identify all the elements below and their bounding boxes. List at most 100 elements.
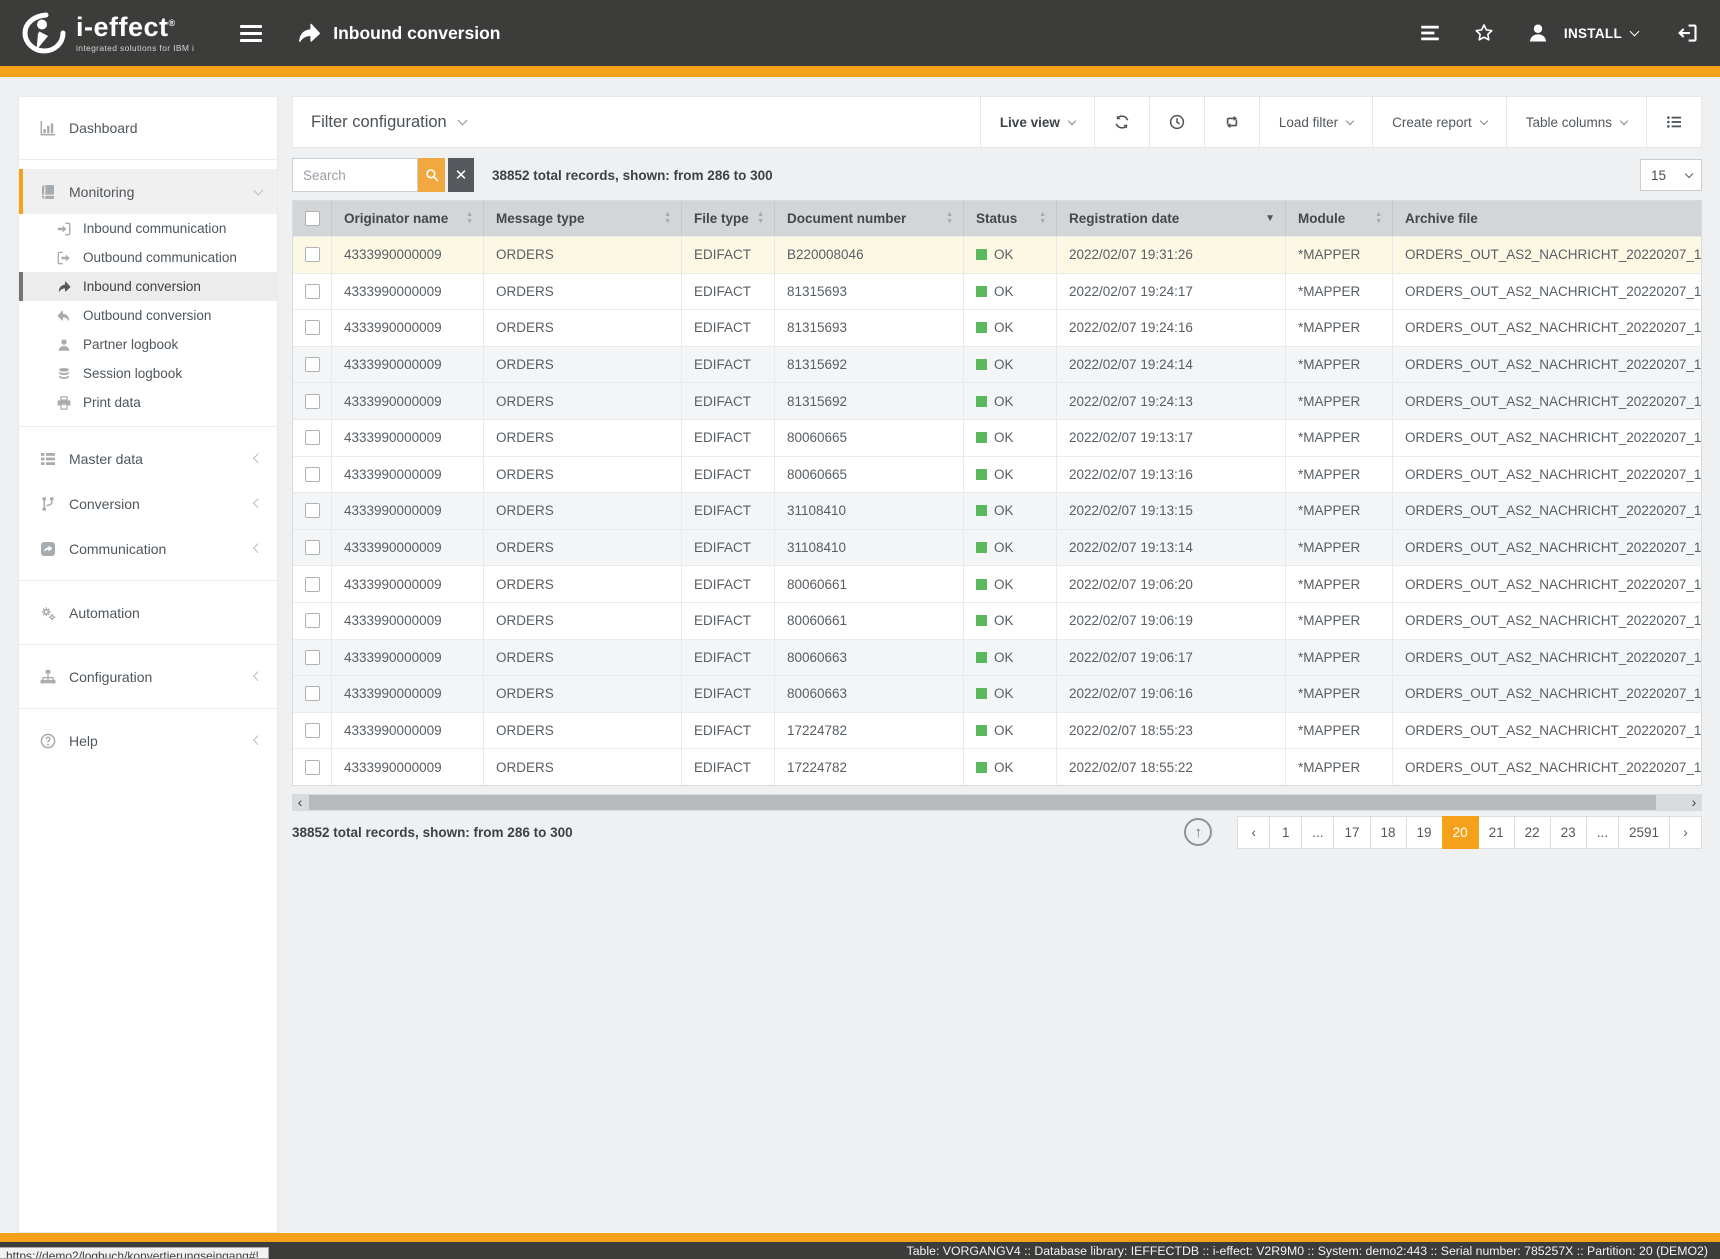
list-ul-button[interactable] [1646, 97, 1701, 147]
row-checkbox[interactable] [305, 320, 320, 335]
table-row[interactable]: 4333990000009ORDERSEDIFACT31108410OK2022… [293, 529, 1701, 566]
create-report-button[interactable]: Create report [1372, 97, 1506, 147]
select-all-checkbox[interactable] [305, 211, 320, 226]
refresh-button[interactable] [1094, 97, 1149, 147]
row-checkbox[interactable] [305, 540, 320, 555]
cell-document-number: 17224782 [774, 713, 963, 749]
sidebar-item-inbound-conversion[interactable]: Inbound conversion [19, 272, 277, 301]
next-page[interactable]: › [1669, 816, 1702, 849]
page-2591[interactable]: 2591 [1618, 816, 1670, 849]
row-checkbox[interactable] [305, 686, 320, 701]
sidebar-item-conversion[interactable]: Conversion [19, 481, 277, 526]
row-checkbox[interactable] [305, 394, 320, 409]
sidebar-item-session-logbook[interactable]: Session logbook [19, 359, 277, 388]
page-17[interactable]: 17 [1333, 816, 1370, 849]
page-21[interactable]: 21 [1478, 816, 1515, 849]
column-header-status[interactable]: Status▲▼ [963, 201, 1056, 236]
table-row[interactable]: 4333990000009ORDERSEDIFACT80060665OK2022… [293, 456, 1701, 493]
sidebar-item-automation[interactable]: Automation [19, 590, 277, 635]
row-checkbox[interactable] [305, 503, 320, 518]
back-to-top-button[interactable]: ↑ [1184, 818, 1212, 846]
favorites-star-icon[interactable] [1474, 23, 1494, 43]
search-input[interactable] [292, 158, 418, 192]
sidebar-item-print-data[interactable]: Print data [19, 388, 277, 417]
sidebar-item-configuration[interactable]: Configuration [19, 654, 277, 699]
page-20[interactable]: 20 [1442, 816, 1479, 849]
page-1[interactable]: 1 [1269, 816, 1302, 849]
sidebar-item-outbound-conversion[interactable]: Outbound conversion [19, 301, 277, 330]
column-header-document-number[interactable]: Document number▲▼ [774, 201, 963, 236]
filter-toolbar: Filter configuration Live view Load filte… [292, 96, 1702, 148]
reply-icon [55, 309, 73, 323]
row-checkbox[interactable] [305, 613, 320, 628]
menu-toggle-icon[interactable] [236, 21, 266, 46]
clear-search-button[interactable]: ✕ [448, 158, 474, 192]
page-ellipsis[interactable]: ... [1301, 816, 1334, 849]
table-row[interactable]: 4333990000009ORDERSEDIFACT81315693OK2022… [293, 309, 1701, 346]
table-row[interactable]: 4333990000009ORDERSEDIFACT80060663OK2022… [293, 675, 1701, 712]
column-header-file-type[interactable]: File type▲▼ [681, 201, 774, 236]
user-avatar-icon[interactable] [1528, 23, 1548, 43]
search-button[interactable] [418, 158, 445, 192]
page-22[interactable]: 22 [1514, 816, 1551, 849]
live-view-button[interactable]: Live view [980, 97, 1094, 147]
row-checkbox[interactable] [305, 357, 320, 372]
row-checkbox[interactable] [305, 284, 320, 299]
scroll-right-arrow[interactable]: › [1686, 794, 1702, 811]
filter-configuration-dropdown[interactable]: Filter configuration [311, 97, 466, 147]
page-18[interactable]: 18 [1370, 816, 1407, 849]
sidebar-item-master-data[interactable]: Master data [19, 436, 277, 481]
page-size-select[interactable]: 15 [1640, 159, 1702, 191]
row-checkbox[interactable] [305, 577, 320, 592]
cell-archive-file: ORDERS_OUT_AS2_NACHRICHT_20220207_1924 [1392, 274, 1701, 310]
table-row[interactable]: 4333990000009ORDERSEDIFACT17224782OK2022… [293, 748, 1701, 785]
i-effect-logo[interactable]: i-effect® integrated solutions for IBM i [22, 11, 194, 55]
cell-text: OK [994, 357, 1014, 372]
table-row[interactable]: 4333990000009ORDERSEDIFACT17224782OK2022… [293, 712, 1701, 749]
table-row[interactable]: 4333990000009ORDERSEDIFACTB220008046OK20… [293, 236, 1701, 273]
sidebar-item-communication[interactable]: Communication [19, 526, 277, 571]
account-menu[interactable]: INSTALL [1564, 26, 1638, 41]
sidebar-item-label: Master data [69, 451, 143, 467]
column-header-registration-date[interactable]: Registration date▲▼ [1056, 201, 1285, 236]
row-checkbox[interactable] [305, 650, 320, 665]
scrollbar-thumb[interactable] [309, 795, 1656, 810]
cell-status: OK [963, 310, 1056, 346]
page-19[interactable]: 19 [1406, 816, 1443, 849]
page-ellipsis[interactable]: ... [1586, 816, 1619, 849]
horizontal-scrollbar[interactable]: ‹ › [292, 794, 1702, 811]
table-row[interactable]: 4333990000009ORDERSEDIFACT80060661OK2022… [293, 565, 1701, 602]
column-header-originator-name[interactable]: Originator name▲▼ [331, 201, 483, 236]
scroll-left-arrow[interactable]: ‹ [292, 794, 308, 811]
prev-page[interactable]: ‹ [1237, 816, 1270, 849]
table-row[interactable]: 4333990000009ORDERSEDIFACT80060663OK2022… [293, 639, 1701, 676]
sidebar-item-dashboard[interactable]: Dashboard [19, 105, 277, 150]
row-checkbox[interactable] [305, 723, 320, 738]
table-row[interactable]: 4333990000009ORDERSEDIFACT80060661OK2022… [293, 602, 1701, 639]
server-icon[interactable] [1420, 23, 1440, 43]
column-header-module[interactable]: Module▲▼ [1285, 201, 1392, 236]
table-row[interactable]: 4333990000009ORDERSEDIFACT81315692OK2022… [293, 382, 1701, 419]
row-checkbox[interactable] [305, 430, 320, 445]
sidebar-item-outbound-communication[interactable]: Outbound communication [19, 243, 277, 272]
clock-button[interactable] [1149, 97, 1204, 147]
table-columns-button[interactable]: Table columns [1506, 97, 1646, 147]
sidebar-item-help[interactable]: Help [19, 718, 277, 763]
logout-icon[interactable] [1678, 23, 1698, 43]
table-row[interactable]: 4333990000009ORDERSEDIFACT81315692OK2022… [293, 346, 1701, 383]
sidebar-item-inbound-communication[interactable]: Inbound communication [19, 214, 277, 243]
load-filter-button[interactable]: Load filter [1259, 97, 1372, 147]
column-header-archive-file[interactable]: Archive file [1392, 201, 1701, 236]
row-checkbox[interactable] [305, 760, 320, 775]
button-label: Load filter [1279, 115, 1338, 130]
table-row[interactable]: 4333990000009ORDERSEDIFACT31108410OK2022… [293, 492, 1701, 529]
row-checkbox[interactable] [305, 467, 320, 482]
table-row[interactable]: 4333990000009ORDERSEDIFACT80060665OK2022… [293, 419, 1701, 456]
retweet-button[interactable] [1204, 97, 1259, 147]
sidebar-item-partner-logbook[interactable]: Partner logbook [19, 330, 277, 359]
row-checkbox[interactable] [305, 247, 320, 262]
table-row[interactable]: 4333990000009ORDERSEDIFACT81315693OK2022… [293, 273, 1701, 310]
sidebar-item-monitoring[interactable]: Monitoring [19, 169, 277, 214]
page-23[interactable]: 23 [1550, 816, 1587, 849]
column-header-message-type[interactable]: Message type▲▼ [483, 201, 681, 236]
